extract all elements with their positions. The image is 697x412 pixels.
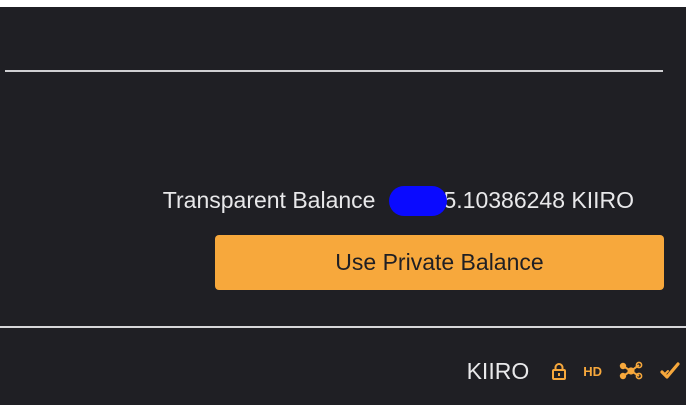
use-private-balance-button[interactable]: Use Private Balance [215,235,664,290]
transparent-balance-row: Transparent Balance 5.10386248 KIIRO [163,183,634,217]
top-divider [5,70,663,72]
balance-label: Transparent Balance [162,186,376,213]
status-indicators: KIIRO HD [467,356,680,386]
currency-ticker: KIIRO [466,357,530,384]
lock-icon[interactable] [551,362,567,380]
wallet-panel: Transparent Balance 5.10386248 KIIRO Use… [0,7,686,405]
check-icon[interactable] [660,362,680,380]
hd-icon[interactable]: HD [583,364,602,379]
balance-amount: 5.10386248 KIIRO [443,186,634,213]
network-icon[interactable] [618,361,644,381]
redacted-balance-digits [389,186,448,216]
hd-label: HD [583,363,602,379]
send-form-area: Transparent Balance 5.10386248 KIIRO Use… [0,7,686,328]
status-bar: KIIRO HD [0,328,686,405]
